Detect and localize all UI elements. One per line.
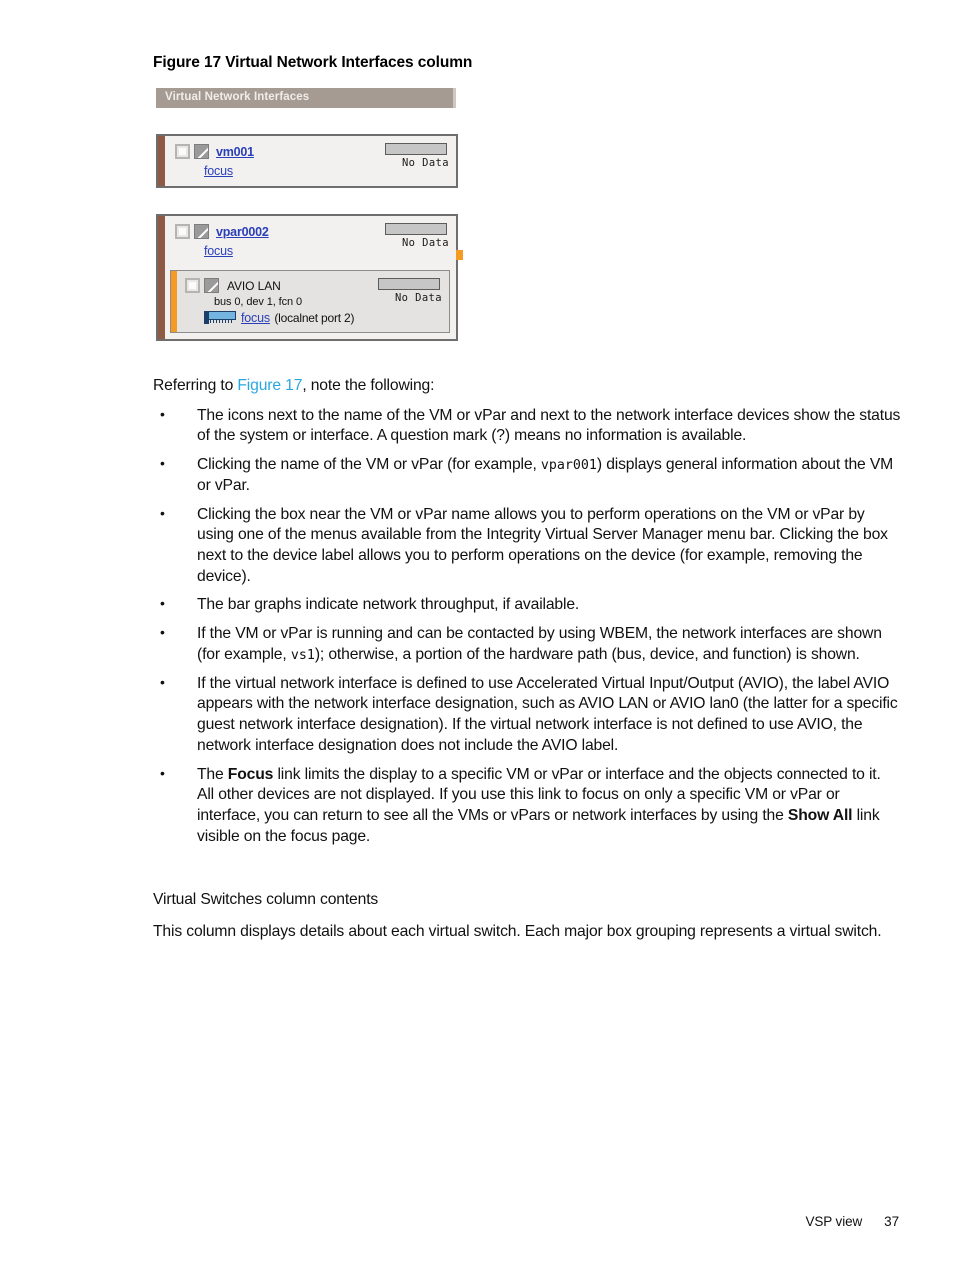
throughput-label: No Data <box>401 157 449 169</box>
inline-code-vpar001: vpar001 <box>540 458 597 474</box>
vm-box-vm001[interactable]: vm001 focus No Data <box>156 134 458 188</box>
device-label: AVIO LAN <box>227 278 281 293</box>
figure-caption: Figure 17 Virtual Network Interfaces col… <box>153 54 473 71</box>
figure-spacer-mid <box>156 188 458 214</box>
figure-screenshot: Virtual Network Interfaces vm001 focus N… <box>156 88 463 341</box>
bullet-avio: If the virtual network interface is defi… <box>153 673 901 757</box>
device-select-checkbox[interactable] <box>185 278 200 294</box>
vm-focus-link[interactable]: focus <box>204 164 233 178</box>
bullet-seg2: link limits the display to a specific VM… <box>197 765 881 824</box>
bullet-focus: The Focus link limits the display to a s… <box>153 764 901 848</box>
notes-bullet-list: The icons next to the name of the VM or … <box>153 405 901 848</box>
vm-throughput-graph: No Data <box>385 143 449 169</box>
bullet-clicking-name: Clicking the name of the VM or vPar (for… <box>153 454 901 496</box>
throughput-label: No Data <box>394 292 442 304</box>
device-throughput-graph: No Data <box>378 278 442 304</box>
vm-name-link[interactable]: vm001 <box>216 145 254 159</box>
figure-17-reference-link[interactable]: Figure 17 <box>237 377 302 394</box>
bullet-text: The icons next to the name of the VM or … <box>197 406 901 445</box>
connector-tab-icon <box>456 250 463 260</box>
bullet-text: The bar graphs indicate network throughp… <box>197 596 580 614</box>
bullet-text: Clicking the box near the VM or vPar nam… <box>197 505 888 585</box>
throughput-bar <box>378 278 440 290</box>
vpar-select-checkbox[interactable] <box>175 224 190 240</box>
bullet-icons-status: The icons next to the name of the VM or … <box>153 405 901 447</box>
device-port-note: (localnet port 2) <box>274 311 355 325</box>
bullet-wbem: If the VM or vPar is running and can be … <box>153 623 901 665</box>
device-box-avio-lan[interactable]: AVIO LAN bus 0, dev 1, fcn 0 focus (loca… <box>170 270 450 333</box>
vm-select-checkbox[interactable] <box>175 144 190 160</box>
bold-focus-label: Focus <box>227 765 274 783</box>
device-focus-link[interactable]: focus <box>241 311 270 325</box>
page-number: 37 <box>884 1214 899 1229</box>
bold-show-all-label: Show All <box>787 806 853 824</box>
network-card-icon <box>204 311 236 325</box>
column-header-label: Virtual Network Interfaces <box>165 91 310 103</box>
inline-code-vs1: vs1 <box>290 647 315 663</box>
bullet-text-before: Clicking the name of the VM or vPar (for… <box>197 456 541 474</box>
bullet-seg1: The <box>197 765 228 783</box>
vm-box-vpar0002[interactable]: vpar0002 focus No Data AVIO LAN bus 0, d… <box>156 214 463 341</box>
vpar-throughput-graph: No Data <box>385 223 449 249</box>
closing-paragraph: This column displays details about each … <box>153 923 882 940</box>
device-header-row: AVIO LAN bus 0, dev 1, fcn 0 focus (loca… <box>171 271 449 332</box>
unknown-status-icon <box>194 224 209 240</box>
figure-spacer-top <box>156 108 458 134</box>
bullet-text: If the virtual network interface is defi… <box>197 674 898 754</box>
vpar-focus-link[interactable]: focus <box>204 244 233 258</box>
page-footer: VSP view 37 <box>805 1214 899 1229</box>
unknown-status-icon <box>204 278 219 294</box>
vpar-header-row: vpar0002 focus No Data <box>158 216 456 266</box>
body-content: Referring to Figure 17, note the followi… <box>153 376 901 855</box>
device-focus-line: focus (localnet port 2) <box>185 309 443 327</box>
throughput-bar <box>385 143 447 155</box>
intro-paragraph: Referring to Figure 17, note the followi… <box>153 376 901 397</box>
vm-header-row: vm001 focus No Data <box>158 136 456 186</box>
bullet-clicking-box: Clicking the box near the VM or vPar nam… <box>153 504 901 588</box>
column-header-divider <box>453 88 456 108</box>
bullet-text-after: ); otherwise, a portion of the hardware … <box>314 645 860 663</box>
throughput-label: No Data <box>401 237 449 249</box>
intro-prefix: Referring to <box>153 377 238 394</box>
vpar-name-link[interactable]: vpar0002 <box>216 225 269 239</box>
intro-suffix: , note the following: <box>302 377 435 394</box>
subheading-virtual-switches: Virtual Switches column contents <box>153 891 379 908</box>
footer-section-label: VSP view <box>805 1214 863 1229</box>
document-page: Figure 17 Virtual Network Interfaces col… <box>0 0 954 1271</box>
bullet-bar-graphs: The bar graphs indicate network throughp… <box>153 594 901 616</box>
unknown-status-icon <box>194 144 209 160</box>
virtual-network-interfaces-column-header: Virtual Network Interfaces <box>156 88 458 108</box>
throughput-bar <box>385 223 447 235</box>
